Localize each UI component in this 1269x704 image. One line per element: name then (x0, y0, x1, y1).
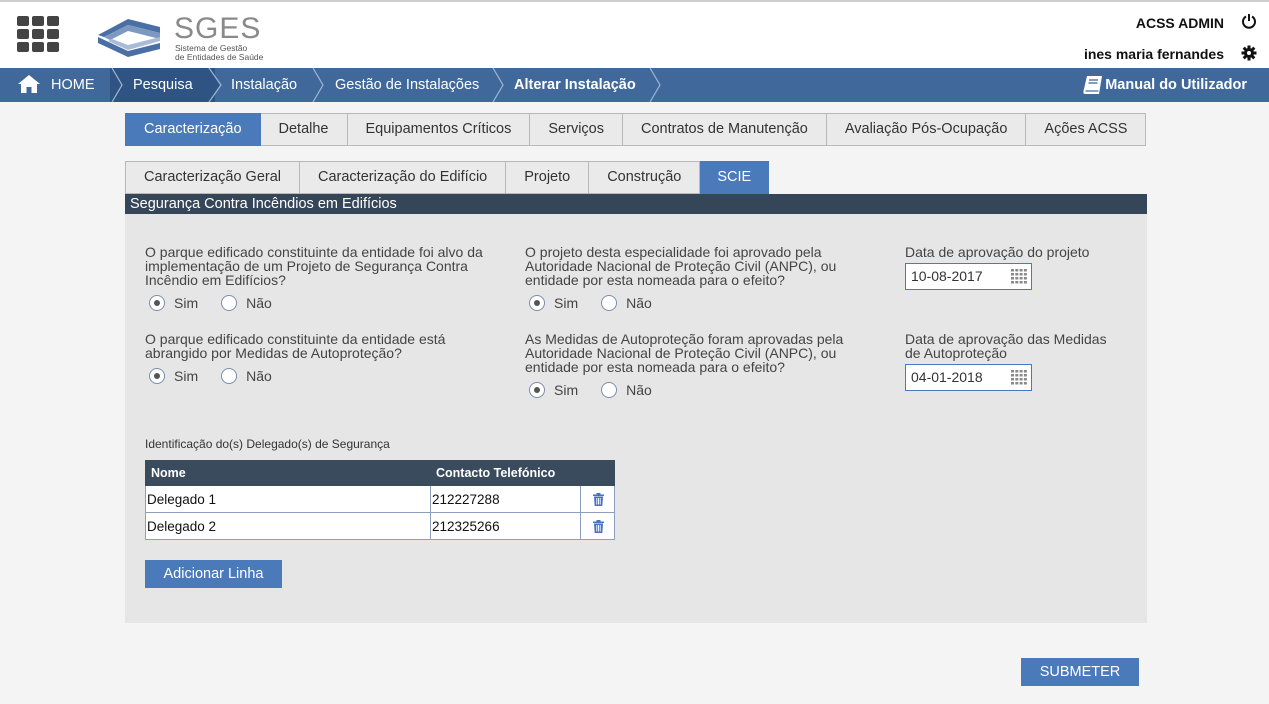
power-icon[interactable] (1241, 13, 1257, 29)
radio-group-medidas-aprovadas: Sim Não (529, 382, 675, 398)
breadcrumb-separator-icon (111, 68, 123, 102)
radio-nao[interactable] (601, 382, 618, 398)
main-tabs: Caracterização Detalhe Equipamentos Crít… (125, 113, 1147, 146)
question-projeto-aprovado-anpc: O projeto desta especialidade foi aprova… (525, 244, 837, 288)
radio-sim-label: Sim (174, 295, 199, 311)
logo-subtitle: Sistema de Gestão de Entidades de Saúde (175, 44, 275, 62)
breadcrumb-instalacao[interactable]: Instalação (231, 68, 297, 102)
question-medidas-autoprotecao: O parque edificado constituinte da entid… (145, 331, 446, 361)
trash-icon[interactable] (592, 520, 604, 534)
breadcrumb-separator-icon (649, 68, 661, 102)
tab-avaliacao-pos-ocupacao[interactable]: Avaliação Pós-Ocupação (826, 113, 1027, 146)
radio-sim[interactable] (149, 295, 165, 311)
submit-button[interactable]: SUBMETER (1021, 658, 1139, 686)
calendar-icon[interactable] (1011, 269, 1027, 284)
breadcrumb-alterar-instalacao: Alterar Instalação (514, 77, 636, 93)
admin-label: ACSS ADMIN (1135, 15, 1224, 31)
radio-sim-label: Sim (554, 382, 579, 398)
column-header-actions (580, 460, 615, 486)
cell-nome[interactable]: Delegado 1 (145, 485, 431, 513)
date-value: 04-01-2018 (911, 369, 983, 385)
user-name: ines maria fernandes (1083, 46, 1224, 62)
tab-caracterizacao-edificio[interactable]: Caracterização do Edifício (300, 161, 507, 194)
sub-tabs: Caracterização Geral Caracterização do E… (125, 161, 770, 194)
column-header-contacto: Contacto Telefónico (430, 460, 581, 486)
radio-group-medidas-autoprotecao: Sim Não (149, 368, 295, 384)
delegados-table: Nome Contacto Telefónico Delegado 1 2122… (145, 460, 615, 540)
delete-row-button[interactable] (580, 485, 615, 513)
delete-row-button[interactable] (580, 512, 615, 540)
add-row-button[interactable]: Adicionar Linha (145, 560, 282, 588)
radio-nao-label: Não (626, 295, 652, 311)
label-data-aprovacao-projeto: Data de aprovação do projeto (905, 244, 1090, 260)
radio-sim[interactable] (529, 382, 545, 398)
breadcrumb-separator-icon (312, 68, 324, 102)
top-header: SGES Sistema de Gestão de Entidades de S… (0, 0, 1269, 68)
radio-sim-label: Sim (554, 295, 579, 311)
gear-icon[interactable] (1241, 45, 1257, 61)
tab-caracterizacao-geral[interactable]: Caracterização Geral (125, 161, 300, 194)
label-data-aprovacao-medidas: Data de aprovação das Medidas de Autopro… (905, 331, 1107, 361)
apps-grid-icon[interactable] (17, 16, 59, 52)
date-aprovacao-medidas-input[interactable]: 04-01-2018 (905, 364, 1032, 391)
radio-nao[interactable] (221, 295, 238, 311)
tab-scie[interactable]: SCIE (700, 161, 770, 194)
radio-group-projeto-scie: Sim Não (149, 295, 295, 311)
tab-caracterizacao[interactable]: Caracterização (125, 113, 261, 146)
radio-nao[interactable] (221, 368, 238, 384)
date-aprovacao-projeto-input[interactable]: 10-08-2017 (905, 263, 1032, 290)
breadcrumb-separator-icon (492, 68, 504, 102)
radio-sim[interactable] (149, 368, 165, 384)
delegados-table-caption: Identificação do(s) Delegado(s) de Segur… (145, 437, 390, 451)
radio-group-projeto-aprovado: Sim Não (529, 295, 675, 311)
sges-logo[interactable]: SGES Sistema de Gestão de Entidades de S… (98, 10, 273, 66)
tab-equipamentos-criticos[interactable]: Equipamentos Críticos (347, 113, 531, 146)
date-value: 10-08-2017 (911, 268, 983, 284)
radio-nao-label: Não (246, 295, 272, 311)
breadcrumb-separator-icon (208, 68, 222, 102)
tab-acoes-acss[interactable]: Ações ACSS (1026, 113, 1147, 146)
book-icon[interactable] (1082, 74, 1104, 96)
breadcrumb-pesquisa[interactable]: Pesquisa (133, 68, 193, 102)
tab-detalhe[interactable]: Detalhe (260, 113, 348, 146)
column-header-nome: Nome (145, 460, 431, 486)
breadcrumb: HOME Pesquisa Instalação Gestão de Insta… (0, 68, 1269, 102)
logo-mark-icon (98, 19, 160, 57)
manual-link[interactable]: Manual do Utilizador (1105, 68, 1247, 102)
radio-nao-label: Não (246, 368, 272, 384)
panel-title: Segurança Contra Incêndios em Edifícios (125, 194, 1147, 214)
tab-construcao[interactable]: Construção (589, 161, 701, 194)
trash-icon[interactable] (592, 493, 604, 507)
table-row: Delegado 2 212325266 (145, 512, 615, 540)
scie-panel: Segurança Contra Incêndios em Edifícios … (125, 194, 1147, 623)
radio-nao[interactable] (601, 295, 618, 311)
logo-title: SGES (174, 12, 262, 45)
tab-servicos[interactable]: Serviços (530, 113, 623, 146)
logo-subtitle-line2: de Entidades de Saúde (175, 52, 264, 62)
breadcrumb-gestao-instalacoes[interactable]: Gestão de Instalações (335, 68, 479, 102)
cell-nome[interactable]: Delegado 2 (145, 512, 431, 540)
table-header-row: Nome Contacto Telefónico (145, 460, 615, 486)
tab-contratos-manutencao[interactable]: Contratos de Manutenção (622, 113, 827, 146)
calendar-icon[interactable] (1011, 370, 1027, 385)
cell-contacto[interactable]: 212227288 (430, 485, 581, 513)
breadcrumb-home[interactable]: HOME (51, 68, 95, 102)
radio-sim[interactable] (529, 295, 545, 311)
table-row: Delegado 1 212227288 (145, 485, 615, 513)
radio-sim-label: Sim (174, 368, 199, 384)
question-medidas-aprovadas-anpc: As Medidas de Autoproteção foram aprovad… (525, 331, 844, 375)
tab-projeto[interactable]: Projeto (506, 161, 590, 194)
cell-contacto[interactable]: 212325266 (430, 512, 581, 540)
question-projeto-scie: O parque edificado constituinte da entid… (145, 244, 483, 288)
home-icon[interactable] (17, 74, 41, 94)
radio-nao-label: Não (626, 382, 652, 398)
